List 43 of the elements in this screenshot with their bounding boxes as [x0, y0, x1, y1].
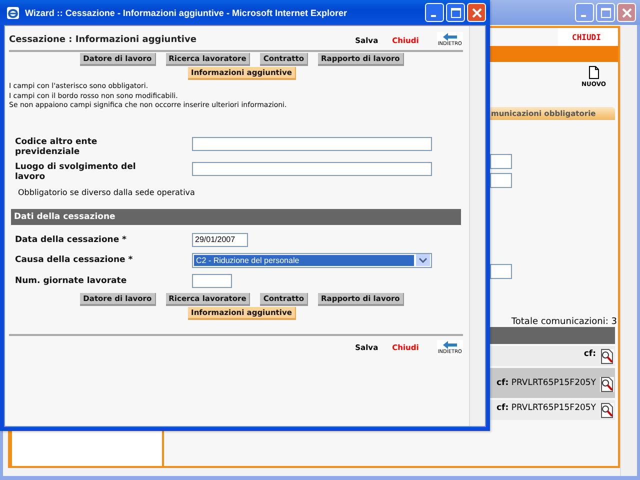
input-field[interactable]: 29/01/2007	[192, 232, 248, 246]
field-label: Causa della cessazione *	[15, 255, 134, 265]
window-title: Wizard :: Cessazione - Informazioni aggiuntive - Microsoft Internet Explorer	[25, 8, 347, 18]
close-link[interactable]: CHIUDI	[558, 28, 618, 46]
minimize-icon	[580, 14, 586, 16]
close-button[interactable]	[617, 3, 636, 22]
close-icon	[472, 8, 482, 18]
close-button[interactable]	[467, 3, 486, 22]
dropdown[interactable]: C2 - Riduzione del personale	[192, 252, 432, 268]
table-cell-text: cf: PRVLRT65P15F205Y	[496, 402, 597, 413]
hint-text: Obbligatorio se diverso dalla sede operativa	[18, 188, 196, 196]
input-field[interactable]	[490, 154, 512, 169]
input-field[interactable]	[490, 173, 512, 188]
page-title: Cessazione : Informazioni aggiuntive	[9, 35, 196, 45]
input-field[interactable]	[192, 274, 232, 288]
left-arrow-icon	[442, 33, 457, 41]
field-label: Codice altro ente previdenziale	[15, 136, 98, 156]
caret-icon	[419, 258, 427, 262]
close-icon	[622, 8, 632, 18]
maximize-button[interactable]	[596, 3, 615, 22]
maximize-button[interactable]	[446, 3, 465, 22]
input-field[interactable]	[192, 136, 432, 150]
input-field[interactable]	[490, 264, 512, 279]
section-header: Dati della cessazione	[11, 208, 461, 224]
total-count: Totale comunicazioni: 3	[511, 317, 618, 327]
scrollbar[interactable]	[469, 26, 485, 426]
minimize-button[interactable]	[575, 3, 594, 22]
field-label: Num. giornate lavorate	[15, 276, 128, 286]
document-search-icon[interactable]	[600, 403, 614, 418]
input-field[interactable]	[192, 162, 432, 176]
minimize-button[interactable]	[425, 3, 444, 22]
left-arrow-icon	[442, 340, 457, 348]
field-label: Data della cessazione *	[15, 234, 128, 244]
browser-icon	[6, 6, 20, 20]
field-label: Luogo di svolgimento del lavoro	[15, 162, 137, 182]
minimize-icon	[430, 14, 436, 16]
document-icon	[588, 66, 599, 79]
maximize-icon	[450, 8, 460, 18]
document-search-icon[interactable]	[600, 377, 614, 392]
table-cell-text: cf:	[584, 348, 597, 359]
table-cell-text: cf: PRVLRT65P15F205Y	[496, 378, 597, 388]
maximize-icon	[600, 8, 610, 18]
document-search-icon[interactable]	[600, 349, 614, 364]
